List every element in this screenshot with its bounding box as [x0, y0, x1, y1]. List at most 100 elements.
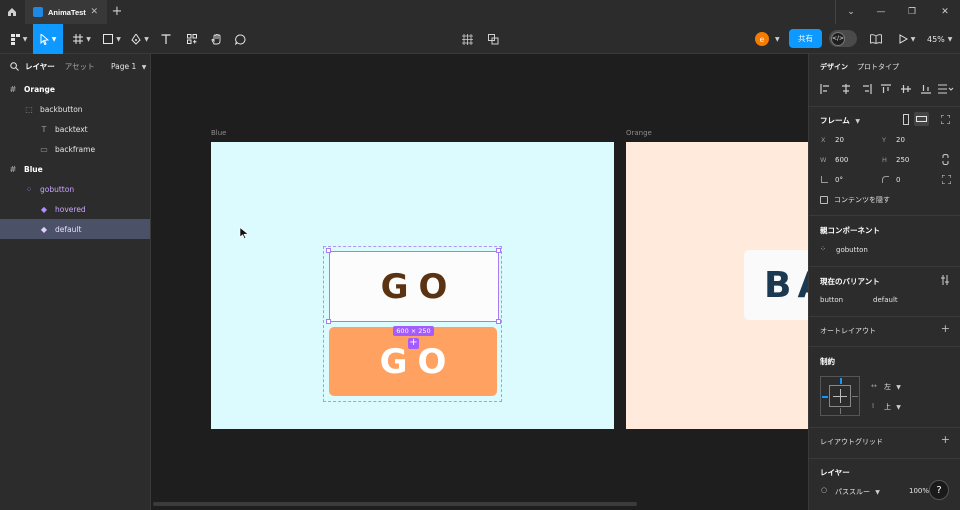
- present-button[interactable]: ▼: [896, 24, 918, 54]
- variant-settings-icon[interactable]: [940, 275, 950, 285]
- resources-tool[interactable]: [183, 24, 201, 54]
- layer-hovered[interactable]: ◆ hovered: [0, 199, 150, 219]
- resize-handle[interactable]: [496, 248, 501, 253]
- layer-gobutton[interactable]: ⁘ gobutton: [0, 179, 150, 199]
- corner-radius-input[interactable]: 0: [896, 176, 900, 184]
- frame-orange[interactable]: BA: [626, 142, 808, 429]
- h-label: H: [882, 156, 887, 164]
- variant-value-select[interactable]: default: [873, 296, 898, 304]
- clip-content-checkbox[interactable]: [820, 196, 828, 204]
- group-dashed-icon: ⬚: [25, 104, 33, 114]
- height-input[interactable]: 250: [896, 156, 909, 164]
- frame-section-title[interactable]: フレーム ▼: [820, 115, 860, 126]
- library-button[interactable]: [868, 24, 884, 54]
- add-variant-button[interactable]: +: [408, 338, 419, 349]
- tab-prototype[interactable]: プロトタイプ: [857, 62, 899, 72]
- resize-handle[interactable]: [326, 319, 331, 324]
- maximize-button[interactable]: ❐: [897, 0, 927, 24]
- frame-hash-icon: #: [9, 84, 17, 94]
- constrain-proportions-icon[interactable]: [942, 154, 949, 165]
- layer-orange[interactable]: # Orange: [0, 79, 150, 99]
- align-right-icon[interactable]: [860, 84, 872, 94]
- constraint-left-active[interactable]: [822, 396, 828, 398]
- vertical-constraint-select[interactable]: 上 ▼: [884, 402, 901, 412]
- file-tab[interactable]: AnimaTest ✕: [25, 0, 107, 24]
- parent-component-link[interactable]: gobutton: [836, 246, 868, 254]
- constraints-widget[interactable]: [820, 376, 860, 416]
- layer-backframe[interactable]: ▭ backframe: [0, 139, 150, 159]
- constraint-center-h[interactable]: [833, 396, 847, 397]
- help-button[interactable]: ?: [929, 480, 949, 500]
- horizontal-constraint-select[interactable]: 左 ▼: [884, 382, 901, 392]
- dev-mode-toggle[interactable]: </>: [829, 30, 857, 47]
- text-tool[interactable]: [157, 24, 175, 54]
- align-vertical-center-icon[interactable]: [900, 84, 912, 94]
- tab-layers[interactable]: レイヤー: [25, 61, 55, 72]
- shape-tool[interactable]: ▼: [100, 24, 124, 54]
- search-icon[interactable]: [10, 62, 19, 71]
- align-bottom-icon[interactable]: [920, 84, 932, 94]
- zoom-control[interactable]: 45% ▼: [927, 24, 952, 54]
- align-left-icon[interactable]: [820, 84, 832, 94]
- align-horizontal-center-icon[interactable]: [840, 84, 852, 94]
- layer-default[interactable]: ◆ default: [0, 219, 150, 239]
- frame-label-orange[interactable]: Orange: [626, 129, 652, 137]
- independent-corners-icon[interactable]: [942, 175, 951, 184]
- resize-to-fit-icon[interactable]: [941, 115, 950, 124]
- main-menu-button[interactable]: ▼: [6, 24, 32, 54]
- chevron-down-icon[interactable]: ⌄: [836, 0, 866, 24]
- chevron-down-icon: ▼: [896, 384, 901, 391]
- tab-close-icon[interactable]: ✕: [90, 7, 98, 17]
- component-set-icon: ⁘: [820, 245, 826, 253]
- resize-handle[interactable]: [326, 248, 331, 253]
- move-tool[interactable]: ▼: [33, 24, 63, 54]
- pen-tool[interactable]: ▼: [128, 24, 152, 54]
- width-input[interactable]: 600: [835, 156, 848, 164]
- tab-assets[interactable]: アセット: [65, 61, 95, 72]
- back-button[interactable]: BA: [744, 250, 808, 320]
- portrait-icon[interactable]: [902, 114, 910, 125]
- go-button-hovered[interactable]: GO: [329, 251, 499, 322]
- component-grid-icon: [461, 33, 473, 45]
- chevron-down-icon[interactable]: ▼: [775, 36, 780, 43]
- comment-tool[interactable]: [231, 24, 249, 54]
- landscape-toggle[interactable]: [914, 112, 929, 126]
- share-button[interactable]: 共有: [789, 29, 822, 48]
- comment-bubble-icon: [234, 34, 245, 45]
- distribute-icon[interactable]: [938, 84, 954, 94]
- new-tab-button[interactable]: +: [110, 4, 124, 20]
- blend-mode-select[interactable]: パススルー ▼: [835, 487, 880, 497]
- home-button[interactable]: [0, 0, 24, 24]
- add-auto-layout-button[interactable]: +: [941, 322, 950, 335]
- resize-handle[interactable]: [496, 319, 501, 324]
- tab-design[interactable]: デザイン: [820, 62, 848, 72]
- canvas[interactable]: Blue Orange BA GO GO 600 × 250 +: [151, 54, 808, 510]
- grid-view-button[interactable]: [459, 24, 475, 54]
- add-layout-grid-button[interactable]: +: [941, 433, 950, 446]
- rotation-icon: [821, 176, 828, 183]
- close-window-button[interactable]: ✕: [930, 0, 960, 24]
- title-bar: AnimaTest ✕ + ⌄ — ❐ ✕: [0, 0, 960, 24]
- minimize-button[interactable]: —: [866, 0, 896, 24]
- constraint-right[interactable]: [852, 396, 858, 397]
- multi-edit-button[interactable]: [485, 24, 501, 54]
- user-avatar[interactable]: e: [755, 32, 769, 46]
- constraint-top-active[interactable]: [840, 378, 842, 384]
- horizontal-scrollbar[interactable]: [153, 502, 637, 506]
- constraint-bottom[interactable]: [840, 408, 841, 414]
- opacity-input[interactable]: 100%: [909, 487, 929, 495]
- rotation-input[interactable]: 0°: [835, 176, 843, 184]
- layer-backtext[interactable]: T backtext: [0, 119, 150, 139]
- hand-tool[interactable]: [207, 24, 225, 54]
- frame-hash-icon: #: [9, 164, 17, 174]
- y-input[interactable]: 20: [896, 136, 905, 144]
- page-selector[interactable]: Page 1 ▼: [111, 62, 146, 71]
- x-input[interactable]: 20: [835, 136, 844, 144]
- home-icon: [8, 8, 16, 16]
- frame-tool[interactable]: ▼: [70, 24, 94, 54]
- layer-blue[interactable]: # Blue: [0, 159, 150, 179]
- layer-backbutton[interactable]: ⬚ backbutton: [0, 99, 150, 119]
- frame-label-blue[interactable]: Blue: [211, 129, 227, 137]
- align-top-icon[interactable]: [880, 84, 892, 94]
- chevron-down-icon: ▼: [116, 35, 121, 43]
